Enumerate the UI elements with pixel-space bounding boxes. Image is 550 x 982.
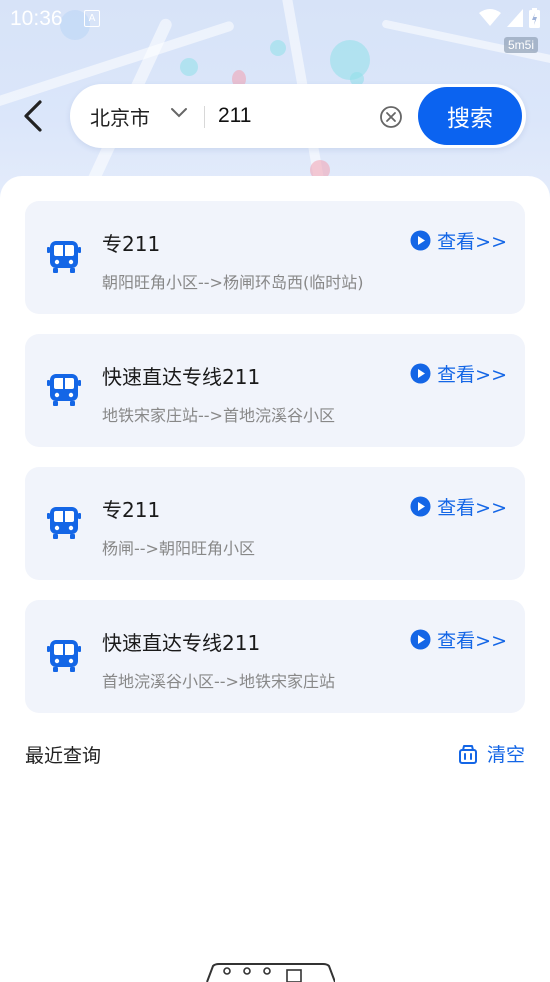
- route-name: 专211: [102, 498, 161, 522]
- bus-illustration: [206, 963, 335, 982]
- wifi-icon: [479, 9, 501, 26]
- play-circle-icon: [410, 629, 431, 650]
- bus-icon: [47, 507, 81, 539]
- clear-label: 清空: [486, 744, 525, 766]
- notification-icon: A: [84, 10, 100, 27]
- bus-icon: [47, 241, 81, 273]
- search-input[interactable]: [218, 100, 368, 132]
- signal-icon: [507, 9, 523, 27]
- trash-icon: [458, 744, 477, 764]
- chevron-left-icon: [24, 100, 42, 132]
- play-circle-icon: [410, 496, 431, 517]
- battery-icon: [529, 8, 540, 28]
- route-name: 专211: [102, 232, 161, 256]
- bus-icon: [47, 374, 81, 406]
- city-selector[interactable]: 北京市: [90, 102, 150, 131]
- play-circle-icon: [410, 363, 431, 384]
- status-icons: [479, 8, 540, 28]
- route-name: 快速直达专线211: [102, 631, 261, 655]
- status-time: 10:36: [10, 7, 63, 30]
- view-button[interactable]: 查看>>: [410, 360, 507, 387]
- results-panel: 专211 朝阳旺角小区-->杨闸环岛西(临时站) 查看>> 快速直达专线211 …: [0, 176, 550, 977]
- view-label: 查看>>: [437, 497, 507, 519]
- view-button[interactable]: 查看>>: [410, 493, 507, 520]
- divider: [204, 106, 205, 128]
- view-label: 查看>>: [437, 231, 507, 253]
- result-card[interactable]: 专211 杨闸-->朝阳旺角小区 查看>>: [25, 467, 525, 580]
- recent-queries-title: 最近查询: [25, 745, 102, 767]
- bus-icon: [47, 640, 81, 672]
- route-stops: 朝阳旺角小区-->杨闸环岛西(临时站): [102, 273, 364, 292]
- search-button[interactable]: 搜索: [418, 87, 522, 145]
- search-bar: 北京市 搜索: [70, 84, 526, 148]
- chevron-down-icon[interactable]: [170, 106, 188, 120]
- result-card[interactable]: 专211 朝阳旺角小区-->杨闸环岛西(临时站) 查看>>: [25, 201, 525, 314]
- view-button[interactable]: 查看>>: [410, 626, 507, 653]
- view-button[interactable]: 查看>>: [410, 227, 507, 254]
- clear-history-button[interactable]: 清空: [457, 740, 525, 767]
- route-stops: 首地浣溪谷小区-->地铁宋家庄站: [102, 672, 335, 691]
- result-card[interactable]: 快速直达专线211 地铁宋家庄站-->首地浣溪谷小区 查看>>: [25, 334, 525, 447]
- result-card[interactable]: 快速直达专线211 首地浣溪谷小区-->地铁宋家庄站 查看>>: [25, 600, 525, 713]
- route-stops: 杨闸-->朝阳旺角小区: [102, 539, 255, 558]
- view-label: 查看>>: [437, 364, 507, 386]
- view-label: 查看>>: [437, 630, 507, 652]
- play-circle-icon: [410, 230, 431, 251]
- route-stops: 地铁宋家庄站-->首地浣溪谷小区: [102, 406, 335, 425]
- back-button[interactable]: [18, 98, 50, 134]
- status-bar: 10:36 A: [0, 0, 550, 36]
- clear-circle-icon[interactable]: [379, 105, 403, 129]
- route-name: 快速直达专线211: [102, 365, 261, 389]
- status-badge: 5m5i: [503, 37, 538, 53]
